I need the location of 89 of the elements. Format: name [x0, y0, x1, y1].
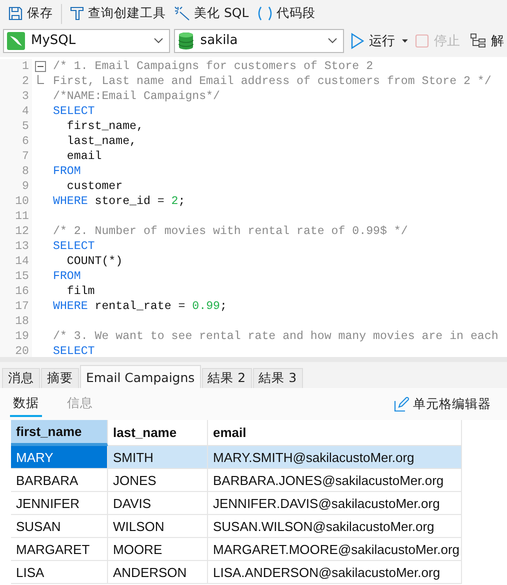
parentheses-icon — [256, 6, 273, 21]
line-number: 17 — [0, 299, 32, 314]
code-line: first_name, — [66, 119, 144, 134]
line-number: 9 — [0, 179, 32, 194]
line-number: 8 — [0, 164, 32, 179]
line-number: 16 — [0, 284, 32, 299]
result-tab[interactable]: Email Campaigns — [80, 365, 201, 388]
column-header[interactable]: first_name — [11, 420, 108, 446]
code-line: film — [66, 284, 95, 299]
code-line: SELECT — [53, 104, 95, 119]
line-number: 14 — [0, 254, 32, 269]
explain-button[interactable]: 解 — [466, 28, 507, 52]
hammer-icon — [70, 6, 84, 21]
code-line: /* 1. Email Campaigns for customers of Store 2 — [53, 59, 374, 74]
play-icon — [351, 32, 364, 48]
table-cell: MOORE — [108, 538, 208, 561]
line-number: 6 — [0, 134, 32, 149]
table-cell: MARGARET — [11, 538, 108, 561]
line-number: 11 — [0, 209, 32, 224]
table-cell: SMITH — [108, 446, 208, 469]
code-line: WHERE rental_rate = 0.99; — [53, 299, 227, 314]
table-cell: WILSON — [108, 515, 208, 538]
diagram-icon — [470, 32, 486, 48]
view-tab[interactable]: 数据 — [10, 391, 42, 417]
result-tab[interactable]: 摘要 — [41, 368, 79, 388]
sql-editor[interactable] — [0, 57, 507, 357]
table-cell: MARY.SMITH@sakilacustoMer.org — [208, 446, 462, 469]
line-number: 1 — [0, 59, 32, 74]
toolbar-button[interactable]: 查询创建工具 — [66, 2, 170, 26]
code-line: /* 3. We want to see rental rate and how many movies are in each — [53, 329, 498, 344]
table-cell: ANDERSON — [108, 561, 208, 584]
toolbar-button[interactable]: 保存 — [4, 2, 57, 26]
pencil-icon — [394, 396, 409, 412]
database-select[interactable]: sakila — [174, 28, 344, 52]
table-cell: JONES — [108, 469, 208, 492]
table-cell: MARY — [11, 446, 108, 469]
code-line: FROM — [53, 164, 81, 179]
table-cell: SUSAN — [11, 515, 108, 538]
table-cell: DAVIS — [108, 492, 208, 515]
code-line: SELECT — [53, 344, 95, 357]
line-number: 7 — [0, 149, 32, 164]
code-line: First, Last name and Email address of customers from Store 2 */ — [53, 74, 492, 89]
connection-select[interactable]: MySQL — [3, 28, 170, 52]
result-tab[interactable]: 消息 — [2, 368, 40, 388]
result-tab[interactable]: 結果 3 — [252, 368, 303, 388]
toolbar-button[interactable]: 美化 SQL — [170, 2, 253, 26]
code-line: FROM — [53, 269, 81, 284]
line-number: 10 — [0, 194, 32, 209]
line-number: 2 — [0, 74, 32, 89]
table-cell: JENNIFER.DAVIS@sakilacustoMer.org — [208, 492, 462, 515]
cell-editor-button[interactable]: 单元格编辑器 — [388, 394, 497, 414]
line-number: 19 — [0, 329, 32, 344]
table-cell: JENNIFER — [11, 492, 108, 515]
collapse-icon[interactable] — [34, 61, 46, 72]
line-number: 5 — [0, 119, 32, 134]
code-line: SELECT — [53, 239, 95, 254]
chevron-down-icon — [328, 38, 338, 44]
table-cell: BARBARA.JONES@sakilacustoMer.org — [208, 469, 462, 492]
table-cell: LISA — [11, 561, 108, 584]
code-line: /* 2. Number of movies with rental rate of 0.99$ */ — [53, 224, 408, 239]
dolphin-icon — [7, 32, 25, 50]
table-cell: MARGARET.MOORE@sakilacustoMer.org — [208, 538, 462, 561]
column-header[interactable]: email — [208, 420, 462, 446]
line-number: 13 — [0, 239, 32, 254]
table-cell: SUSAN.WILSON@sakilacustoMer.org — [208, 515, 462, 538]
line-number: 12 — [0, 224, 32, 239]
code-line: WHERE store_id = 2; — [53, 194, 186, 209]
line-number: 18 — [0, 314, 32, 329]
table-cell: BARBARA — [11, 469, 108, 492]
magic-wand-icon — [174, 6, 190, 21]
caret-icon[interactable] — [402, 38, 408, 42]
save-icon — [8, 6, 23, 21]
line-number: 3 — [0, 89, 32, 104]
line-number: 20 — [0, 344, 32, 357]
code-line: COUNT(*) — [66, 254, 123, 269]
code-line: customer — [66, 179, 123, 194]
column-header[interactable]: last_name — [108, 420, 208, 446]
toolbar-button[interactable]: 代码段 — [252, 2, 320, 26]
table-cell: LISA.ANDERSON@sakilacustoMer.org — [208, 561, 462, 584]
code-line: email — [66, 149, 102, 164]
stop-icon — [414, 34, 429, 48]
line-number: 15 — [0, 269, 32, 284]
code-line: last_name, — [66, 134, 136, 149]
code-line: /*NAME:Email Campaigns*/ — [53, 89, 220, 104]
line-number: 4 — [0, 104, 32, 119]
result-tab[interactable]: 結果 2 — [202, 368, 252, 388]
chevron-down-icon — [154, 38, 164, 44]
run-button[interactable]: 运行 — [348, 28, 398, 52]
database-icon — [178, 32, 194, 50]
